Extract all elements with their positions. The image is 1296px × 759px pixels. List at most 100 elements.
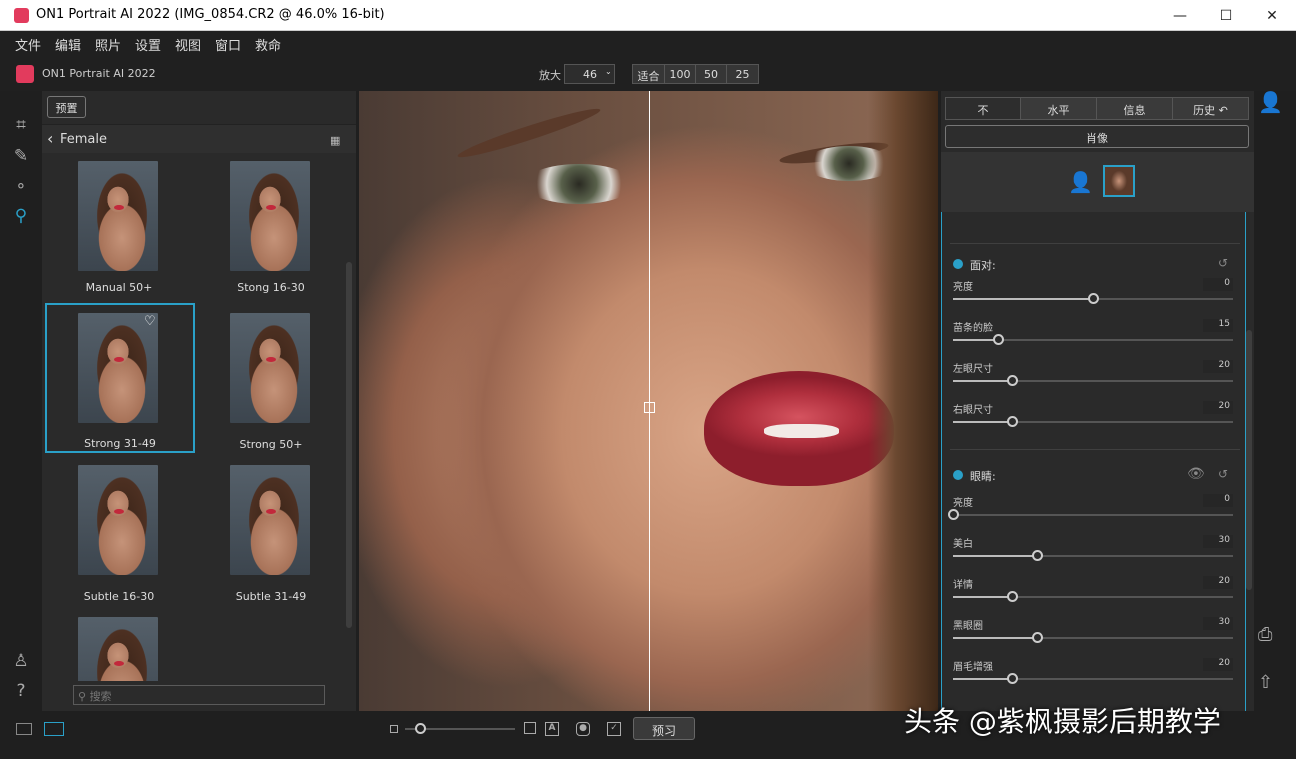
slider-knob[interactable] bbox=[415, 723, 426, 734]
slider-value[interactable]: 30 bbox=[1203, 617, 1233, 630]
slider-knob[interactable] bbox=[1032, 632, 1043, 643]
preset-thumb-selected[interactable]: ♡ Strong 31-49 bbox=[45, 303, 195, 453]
reset-icon[interactable]: ↺ bbox=[1218, 467, 1228, 481]
slider-track[interactable] bbox=[953, 416, 1233, 427]
slider-value[interactable]: 20 bbox=[1203, 658, 1233, 671]
slider-value[interactable]: 30 bbox=[1203, 535, 1233, 548]
panel-toggle-icon[interactable] bbox=[16, 723, 32, 735]
preset-thumb[interactable] bbox=[44, 609, 194, 681]
tab-none[interactable]: 不 bbox=[945, 97, 1021, 120]
zoom-label: 放大 bbox=[539, 69, 561, 82]
crop-icon[interactable]: ⌗ bbox=[8, 115, 34, 139]
slider-value[interactable]: 20 bbox=[1203, 576, 1233, 589]
detected-face-thumb[interactable] bbox=[1103, 165, 1135, 197]
preset-label: Manual 50+ bbox=[85, 281, 153, 294]
preset-thumb[interactable]: Subtle 31-49 bbox=[196, 457, 346, 607]
preset-scrollbar[interactable] bbox=[346, 262, 352, 628]
slider-value[interactable]: 20 bbox=[1203, 401, 1233, 414]
preset-thumb[interactable]: Subtle 16-30 bbox=[44, 457, 194, 607]
zoom-50-button[interactable]: 50 bbox=[695, 64, 727, 84]
category-title[interactable]: Female bbox=[60, 132, 107, 147]
app-logo-icon bbox=[16, 65, 34, 83]
app-icon bbox=[14, 8, 29, 23]
preset-label: Subtle 31-49 bbox=[235, 590, 307, 603]
divider bbox=[950, 243, 1240, 244]
before-after-split-line[interactable] bbox=[649, 91, 650, 711]
slider-value[interactable]: 0 bbox=[1203, 278, 1233, 291]
portrait-header[interactable]: 肖像 bbox=[945, 125, 1249, 148]
preview-button[interactable]: 预习 bbox=[633, 717, 695, 740]
slider-value[interactable]: 20 bbox=[1203, 360, 1233, 373]
user-icon[interactable]: ♙ bbox=[8, 651, 34, 675]
slider-value[interactable]: 0 bbox=[1203, 494, 1233, 507]
menu-photo[interactable]: 照片 bbox=[95, 35, 121, 54]
slider-knob[interactable] bbox=[1006, 375, 1018, 386]
eye-add-icon[interactable]: 👁 bbox=[1187, 466, 1205, 482]
maximize-button[interactable]: ☐ bbox=[1203, 0, 1249, 31]
text-overlay-icon[interactable]: A bbox=[545, 722, 559, 736]
preset-thumb[interactable]: Strong 50+ bbox=[196, 305, 346, 455]
face-section-enable[interactable] bbox=[953, 259, 963, 269]
adjustment-scrollbar[interactable] bbox=[1246, 330, 1252, 590]
grid-view-icon[interactable]: ▦ bbox=[330, 134, 342, 147]
zoom-25-button[interactable]: 25 bbox=[726, 64, 759, 84]
window-title: ON1 Portrait AI 2022 (IMG_0854.CR2 @ 46.… bbox=[36, 7, 385, 22]
slider-knob[interactable] bbox=[948, 509, 959, 520]
compare-icon[interactable]: ✓ bbox=[607, 722, 621, 736]
tab-history[interactable]: 历史 ↶ bbox=[1172, 97, 1249, 120]
search-input[interactable]: ⚲ 搜索 bbox=[73, 685, 325, 705]
slider-fill bbox=[953, 380, 1012, 382]
slider-label: 右眼尺寸 bbox=[953, 405, 993, 416]
zoom-fit-button[interactable]: 适合 bbox=[632, 64, 665, 84]
slider-knob[interactable] bbox=[1088, 293, 1099, 304]
zoom-select[interactable]: 46 ⌄ bbox=[564, 64, 615, 84]
slider-track[interactable] bbox=[948, 509, 1233, 520]
help-icon[interactable]: ? bbox=[8, 681, 34, 705]
slider-track[interactable] bbox=[953, 550, 1233, 561]
menu-window[interactable]: 窗口 bbox=[215, 35, 241, 54]
slider-knob[interactable] bbox=[1006, 673, 1018, 684]
menu-settings[interactable]: 设置 bbox=[135, 35, 161, 54]
close-button[interactable]: ✕ bbox=[1249, 0, 1295, 31]
preset-image bbox=[78, 313, 158, 423]
layout-toggle-icon[interactable] bbox=[44, 722, 64, 736]
tab-info[interactable]: 信息 bbox=[1096, 97, 1173, 120]
slider-track[interactable] bbox=[953, 632, 1233, 643]
slider-knob[interactable] bbox=[1032, 550, 1043, 561]
presets-button[interactable]: 预置 bbox=[47, 96, 86, 118]
thumb-size-slider[interactable] bbox=[405, 723, 515, 734]
slider-track[interactable] bbox=[953, 293, 1233, 304]
brush-icon[interactable]: ✎ bbox=[8, 146, 34, 170]
portrait-module-icon[interactable]: 👤 bbox=[1258, 90, 1283, 114]
slider-track[interactable] bbox=[953, 591, 1233, 602]
slider-knob[interactable] bbox=[1006, 591, 1018, 602]
preset-label: Stong 16-30 bbox=[237, 281, 305, 294]
tab-levels[interactable]: 水平 bbox=[1020, 97, 1097, 120]
add-face-icon[interactable]: 👤 bbox=[1068, 170, 1093, 194]
slider-knob[interactable] bbox=[992, 334, 1004, 345]
heart-icon[interactable]: ♡ bbox=[144, 314, 156, 329]
export-icon[interactable]: ⇧ bbox=[1258, 672, 1273, 693]
preset-thumb[interactable]: Manual 50+ bbox=[44, 153, 194, 303]
reset-icon[interactable]: ↺ bbox=[1218, 256, 1228, 270]
chevron-left-icon[interactable]: ‹ bbox=[47, 129, 53, 148]
slider-track[interactable] bbox=[953, 375, 1233, 386]
portrait-tool-icon[interactable]: ⚲ bbox=[8, 206, 34, 230]
eyes-section-enable[interactable] bbox=[953, 470, 963, 480]
split-handle[interactable] bbox=[644, 402, 655, 413]
minimize-button[interactable]: — bbox=[1157, 0, 1203, 31]
menu-view[interactable]: 视图 bbox=[175, 35, 201, 54]
slider-track[interactable] bbox=[953, 673, 1233, 684]
menu-help[interactable]: 救命 bbox=[255, 35, 281, 54]
mask-view-icon[interactable]: ● bbox=[576, 722, 590, 736]
slider-knob[interactable] bbox=[1006, 416, 1018, 427]
menu-file[interactable]: 文件 bbox=[15, 35, 41, 54]
zoom-100-button[interactable]: 100 bbox=[664, 64, 696, 84]
menu-edit[interactable]: 编辑 bbox=[55, 35, 81, 54]
app-name: ON1 Portrait AI 2022 bbox=[42, 67, 156, 80]
slider-track[interactable] bbox=[953, 334, 1233, 345]
slider-value[interactable]: 15 bbox=[1203, 319, 1233, 332]
healing-icon[interactable]: ∘ bbox=[8, 176, 34, 200]
print-icon[interactable]: ⎙ bbox=[1258, 624, 1272, 645]
preset-thumb[interactable]: Stong 16-30 bbox=[196, 153, 346, 303]
